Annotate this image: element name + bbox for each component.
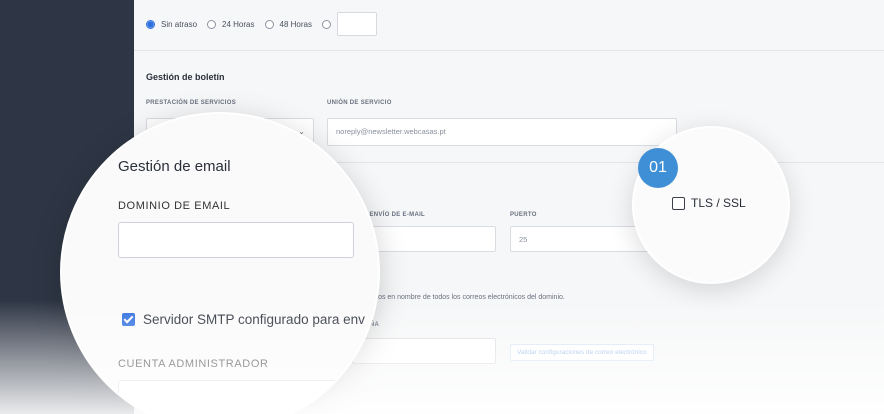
custom-hours-input[interactable] [336, 12, 377, 36]
tls-label: TLS / SSL [691, 196, 746, 210]
delivery-options: Sin atraso 24 Horas 48 Horas [146, 12, 377, 36]
radio-custom[interactable] [321, 19, 331, 29]
admin-account-input[interactable] [118, 380, 354, 414]
admin-account-label: CUENTA ADMINISTRADOR [118, 358, 269, 370]
divider [134, 50, 884, 51]
smtp-checkbox[interactable] [122, 313, 135, 326]
newsletter-title: Gestión de boletín [146, 72, 225, 82]
service-union-label: UNIÓN DE SERVICIO [327, 100, 392, 106]
email-domain-label: DOMINIO DE EMAIL [118, 200, 231, 212]
service-provider-label: PRESTACIÓN DE SERVICIOS [146, 100, 237, 106]
magnifier-email-settings: Gestión de email DOMINIO DE EMAIL Servid… [60, 112, 380, 414]
step-badge: 01 [638, 148, 678, 188]
validate-email-settings-button[interactable]: Validar configuraciones de correo electr… [510, 344, 654, 361]
smtp-note: lectrónicos en nombre de todos los corre… [352, 294, 565, 301]
radio-label-no-delay: Sin atraso [161, 19, 198, 29]
port-field[interactable]: 25 [510, 226, 650, 252]
service-union-field[interactable]: noreply@newsletter.webcasas.pt [327, 118, 677, 146]
smtp-checkbox-row[interactable]: Servidor SMTP configurado para env [122, 312, 365, 327]
port-label: PUERTO [510, 212, 537, 218]
radio-48h[interactable] [264, 19, 274, 29]
radio-label-24h: 24 Horas [222, 19, 255, 29]
tls-checkbox[interactable] [672, 196, 685, 210]
smtp-checkbox-label: Servidor SMTP configurado para env [143, 312, 365, 327]
radio-label-48h: 48 Horas [279, 19, 312, 29]
radio-no-delay[interactable] [146, 19, 155, 29]
tls-option[interactable]: TLS / SSL [672, 196, 746, 210]
email-domain-input[interactable] [118, 222, 354, 258]
password-field[interactable] [352, 338, 496, 364]
radio-24h[interactable] [207, 19, 217, 29]
email-section-title: Gestión de email [118, 158, 231, 175]
